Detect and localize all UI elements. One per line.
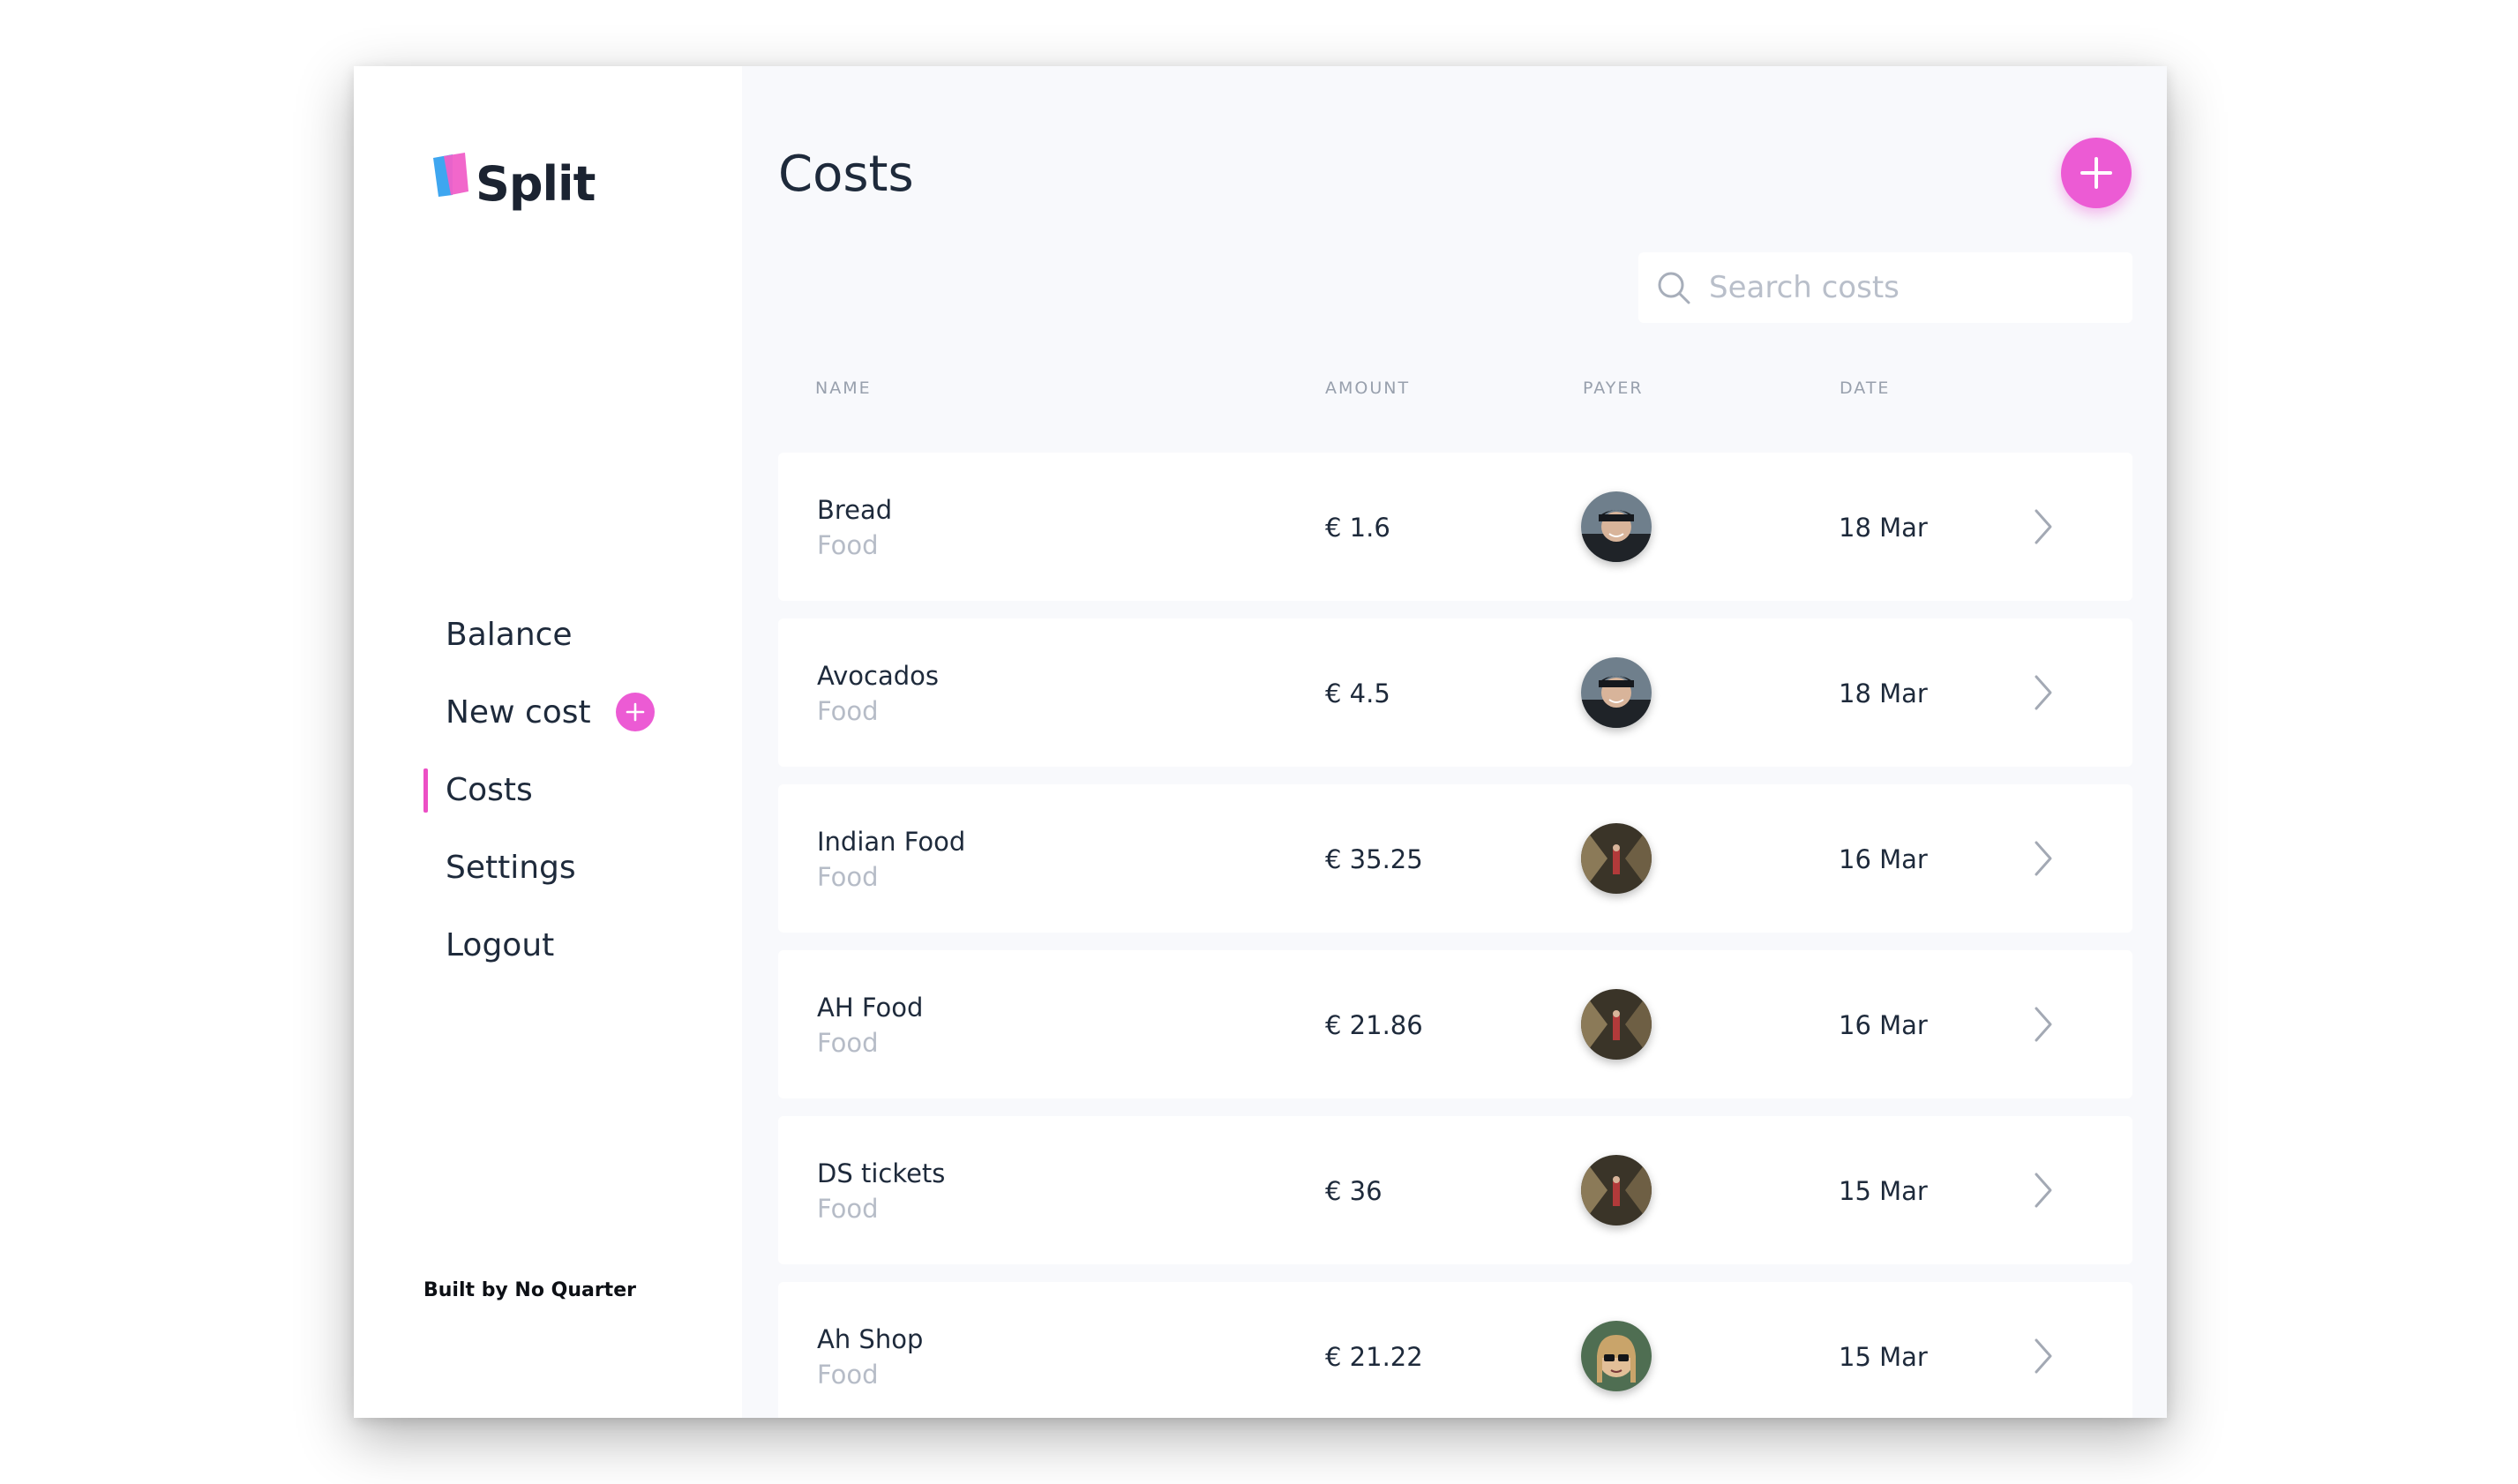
- cost-category: Food: [817, 696, 879, 726]
- split-logo-icon: [433, 152, 468, 197]
- chevron-right-icon[interactable]: [2031, 671, 2056, 714]
- cost-category: Food: [817, 1028, 879, 1058]
- table-row[interactable]: DS tickets Food € 36 15 Mar: [778, 1116, 2132, 1264]
- table-row[interactable]: Avocados Food € 4.5 18 Mar: [778, 618, 2132, 767]
- sidebar-item-logout[interactable]: Logout: [354, 906, 742, 984]
- cost-name: Ah Shop: [817, 1324, 924, 1354]
- cost-category: Food: [817, 1194, 879, 1224]
- app-window: Split Balance New cost Costs Settings Lo…: [354, 66, 2167, 1418]
- payer-avatar: [1581, 1155, 1652, 1225]
- chevron-right-icon[interactable]: [2031, 1003, 2056, 1046]
- cost-category: Food: [817, 530, 879, 560]
- table-row[interactable]: Bread Food € 1.6 18 Mar: [778, 453, 2132, 601]
- sidebar-item-label: Logout: [446, 926, 555, 963]
- add-cost-button[interactable]: [2061, 138, 2132, 208]
- sidebar-item-label: Settings: [446, 849, 576, 886]
- chevron-right-icon[interactable]: [2031, 506, 2056, 548]
- table-row[interactable]: AH Food Food € 21.86 16 Mar: [778, 950, 2132, 1098]
- sidebar-item-label: Costs: [446, 771, 533, 808]
- sidebar-item-new-cost[interactable]: New cost: [354, 673, 742, 751]
- sidebar-item-costs[interactable]: Costs: [354, 751, 742, 828]
- sidebar-item-balance[interactable]: Balance: [354, 596, 742, 673]
- plus-icon[interactable]: [615, 693, 655, 731]
- cost-amount: € 1.6: [1325, 513, 1390, 543]
- cost-amount: € 21.22: [1325, 1342, 1423, 1372]
- sidebar: Split Balance New cost Costs Settings Lo…: [354, 66, 742, 1418]
- cost-date: 16 Mar: [1839, 1010, 1928, 1040]
- cost-name: Indian Food: [817, 827, 966, 857]
- search-field[interactable]: [1638, 252, 2132, 323]
- cost-date: 15 Mar: [1839, 1342, 1928, 1372]
- column-header-amount: AMOUNT: [1325, 378, 1411, 398]
- built-by-footer: Built by No Quarter: [423, 1279, 636, 1301]
- cost-name: DS tickets: [817, 1158, 946, 1188]
- search-icon: [1654, 268, 1693, 307]
- chevron-right-icon[interactable]: [2031, 837, 2056, 880]
- sidebar-nav: Balance New cost Costs Settings Logout: [354, 596, 742, 984]
- chevron-right-icon[interactable]: [2031, 1335, 2056, 1377]
- cost-date: 18 Mar: [1839, 678, 1928, 708]
- column-header-date: DATE: [1840, 378, 1891, 398]
- column-header-name: NAME: [815, 378, 872, 398]
- cost-amount: € 4.5: [1325, 678, 1390, 708]
- cost-category: Food: [817, 862, 879, 892]
- logo[interactable]: Split: [430, 140, 596, 212]
- cost-date: 15 Mar: [1839, 1176, 1928, 1206]
- payer-avatar: [1581, 823, 1652, 894]
- cost-name: Bread: [817, 495, 893, 525]
- main-content: Costs NAME AMOUNT PAYER DATE Bread Food: [742, 66, 2167, 1418]
- sidebar-item-label: New cost: [446, 693, 591, 731]
- cost-date: 16 Mar: [1839, 844, 1928, 874]
- sidebar-item-settings[interactable]: Settings: [354, 828, 742, 906]
- sidebar-item-label: Balance: [446, 616, 573, 653]
- chevron-right-icon[interactable]: [2031, 1169, 2056, 1211]
- plus-icon: [2080, 157, 2112, 189]
- table-row[interactable]: Indian Food Food € 35.25 16 Mar: [778, 784, 2132, 933]
- column-header-payer: PAYER: [1583, 378, 1644, 398]
- cost-name: Avocados: [817, 661, 940, 691]
- app-name: Split: [476, 156, 596, 212]
- payer-avatar: [1581, 657, 1652, 728]
- payer-avatar: [1581, 1321, 1652, 1391]
- cost-amount: € 35.25: [1325, 844, 1423, 874]
- payer-avatar: [1581, 491, 1652, 562]
- page-title: Costs: [778, 146, 914, 203]
- cost-amount: € 36: [1325, 1176, 1383, 1206]
- cost-name: AH Food: [817, 993, 924, 1023]
- cost-date: 18 Mar: [1839, 513, 1928, 543]
- cost-category: Food: [817, 1360, 879, 1390]
- search-input[interactable]: [1707, 269, 2099, 306]
- costs-list: Bread Food € 1.6 18 Mar Avocados Food € …: [778, 453, 2132, 1418]
- payer-avatar: [1581, 989, 1652, 1060]
- cost-amount: € 21.86: [1325, 1010, 1423, 1040]
- table-row[interactable]: Ah Shop Food € 21.22 15 Mar: [778, 1282, 2132, 1418]
